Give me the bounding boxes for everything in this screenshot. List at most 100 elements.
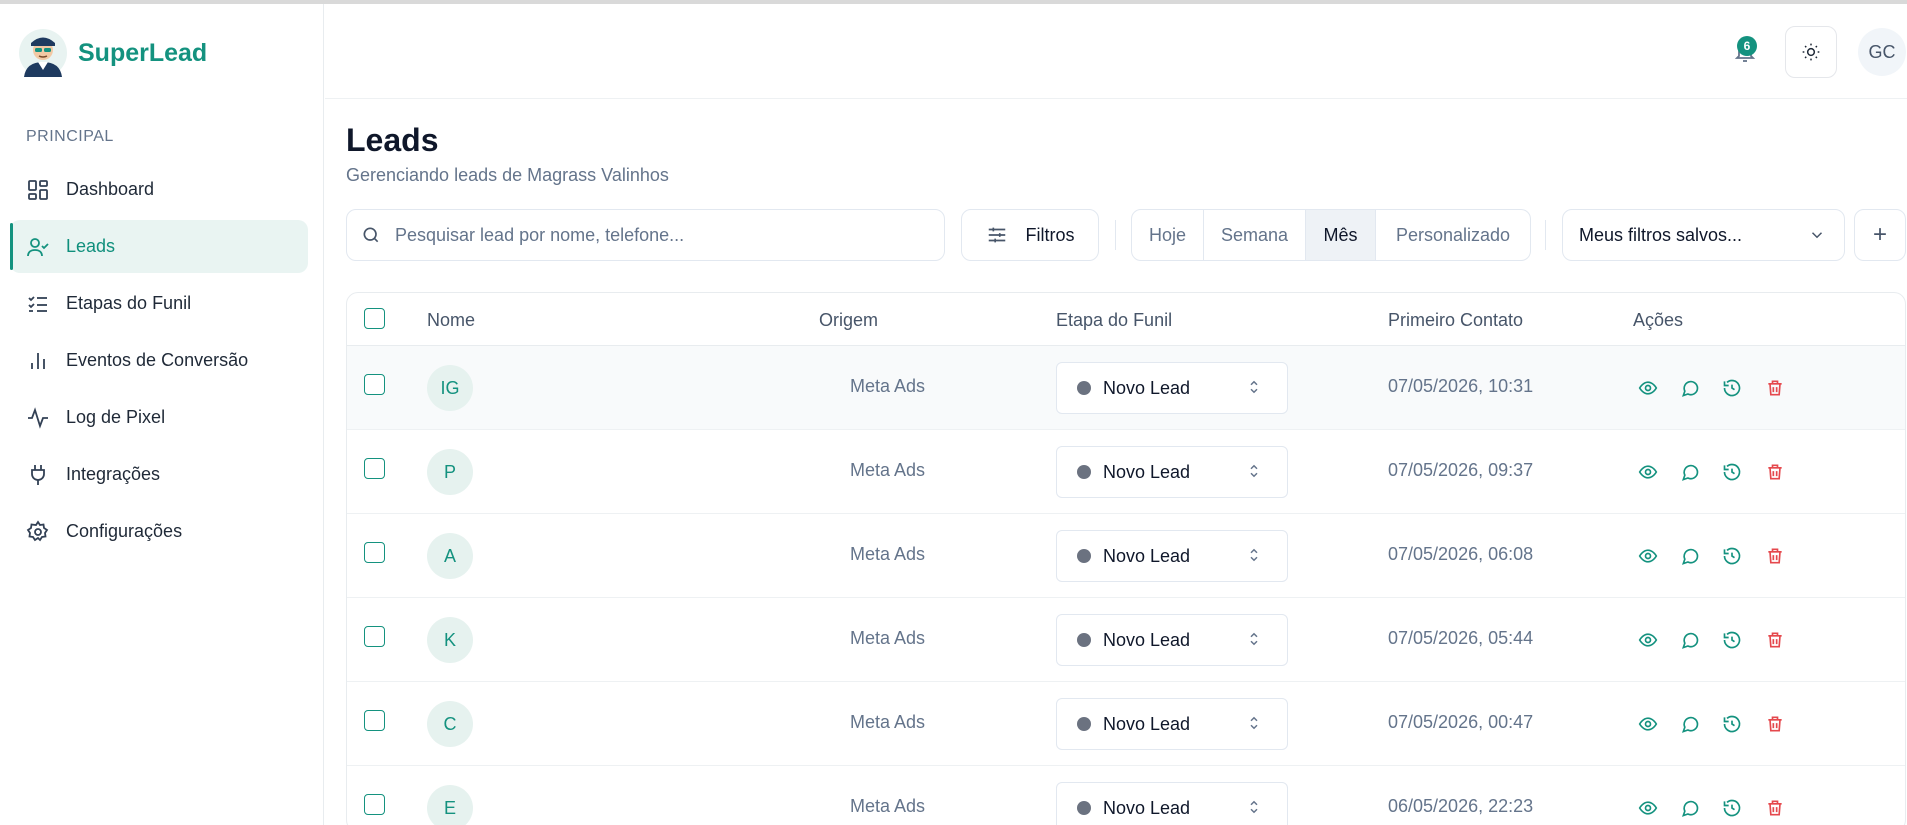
lead-avatar[interactable]: E	[427, 785, 473, 825]
filters-button[interactable]: Filtros	[961, 209, 1099, 261]
funnel-stage-select[interactable]: Novo Lead	[1056, 530, 1288, 582]
first-contact-date: 06/05/2026, 22:23	[1388, 796, 1534, 816]
chevron-up-down-icon	[1245, 546, 1263, 569]
chat-message-icon[interactable]	[1678, 544, 1702, 568]
bar-chart-icon	[26, 349, 50, 373]
chat-message-icon[interactable]	[1678, 796, 1702, 820]
view-lead-eye-icon[interactable]	[1636, 544, 1660, 568]
table-row[interactable]: A Meta Ads Novo Lead 07/05/2026, 06:08	[347, 514, 1905, 598]
funnel-stage-select[interactable]: Novo Lead	[1056, 614, 1288, 666]
page-title: Leads	[346, 122, 439, 158]
user-avatar-button[interactable]: GC	[1858, 28, 1906, 76]
column-header-origem[interactable]: Origem	[819, 310, 878, 331]
sidebar-item-integracoes[interactable]: Integrações	[10, 448, 308, 501]
delete-trash-icon[interactable]	[1763, 460, 1787, 484]
table-row[interactable]: IG Meta Ads Novo Lead 07/05/2026, 10:31	[347, 346, 1905, 430]
app-logo[interactable]: SuperLead	[18, 28, 207, 78]
column-header-etapa[interactable]: Etapa do Funil	[1056, 310, 1172, 331]
lead-avatar[interactable]: P	[427, 449, 473, 495]
period-option-personalizado[interactable]: Personalizado	[1376, 210, 1530, 260]
stage-status-dot	[1077, 801, 1091, 815]
table-row[interactable]: C Meta Ads Novo Lead 07/05/2026, 00:47	[347, 682, 1905, 766]
theme-toggle-button[interactable]	[1785, 26, 1837, 78]
chat-message-icon[interactable]	[1678, 376, 1702, 400]
lead-avatar[interactable]: A	[427, 533, 473, 579]
chevron-up-down-icon	[1245, 378, 1263, 401]
toolbar-divider	[1115, 220, 1116, 250]
select-all-checkbox[interactable]	[364, 308, 385, 329]
stage-status-dot	[1077, 465, 1091, 479]
lead-avatar[interactable]: C	[427, 701, 473, 747]
history-icon[interactable]	[1720, 460, 1744, 484]
chat-message-icon[interactable]	[1678, 712, 1702, 736]
sidebar-item-dashboard[interactable]: Dashboard	[10, 163, 308, 216]
sidebar-item-eventos-de-conversao[interactable]: Eventos de Conversão	[10, 334, 308, 387]
toolbar-divider	[1545, 220, 1546, 250]
view-lead-eye-icon[interactable]	[1636, 460, 1660, 484]
row-checkbox[interactable]	[364, 794, 385, 815]
notification-count-badge: 6	[1737, 36, 1757, 56]
column-header-acoes: Ações	[1633, 310, 1684, 330]
delete-trash-icon[interactable]	[1763, 376, 1787, 400]
saved-filters-select[interactable]: Meus filtros salvos...	[1562, 209, 1845, 261]
gear-icon	[26, 519, 50, 544]
period-option-hoje[interactable]: Hoje	[1132, 210, 1204, 260]
sun-icon	[1802, 43, 1820, 61]
view-lead-eye-icon[interactable]	[1636, 796, 1660, 820]
app-name: SuperLead	[78, 38, 208, 67]
lead-avatar[interactable]: K	[427, 617, 473, 663]
chevron-up-down-icon	[1245, 630, 1263, 653]
dashboard-icon	[26, 178, 50, 202]
activity-icon	[26, 406, 50, 430]
funnel-stage-select[interactable]: Novo Lead	[1056, 362, 1288, 414]
sidebar-item-label: Etapas do Funil	[66, 293, 192, 313]
chat-message-icon[interactable]	[1678, 460, 1702, 484]
table-header: Nome Origem Etapa do Funil Primeiro Cont…	[347, 293, 1905, 346]
sidebar: SuperLead PRINCIPAL Dashboard Leads Etap…	[0, 4, 324, 825]
nav-section-label: PRINCIPAL	[26, 128, 114, 145]
row-checkbox[interactable]	[364, 626, 385, 647]
row-checkbox[interactable]	[364, 542, 385, 563]
column-header-nome[interactable]: Nome	[427, 310, 475, 331]
row-checkbox[interactable]	[364, 710, 385, 731]
sidebar-item-leads[interactable]: Leads	[10, 220, 308, 273]
funnel-stage-value: Novo Lead	[1103, 545, 1191, 566]
history-icon[interactable]	[1720, 796, 1744, 820]
lead-search-box[interactable]	[346, 209, 945, 261]
sidebar-item-log-de-pixel[interactable]: Log de Pixel	[10, 391, 308, 444]
view-lead-eye-icon[interactable]	[1636, 376, 1660, 400]
history-icon[interactable]	[1720, 628, 1744, 652]
lead-origin: Meta Ads	[850, 460, 926, 480]
history-icon[interactable]	[1720, 376, 1744, 400]
chat-message-icon[interactable]	[1678, 628, 1702, 652]
stage-status-dot	[1077, 381, 1091, 395]
table-row[interactable]: E Meta Ads Novo Lead 06/05/2026, 22:23	[347, 766, 1905, 825]
lead-origin: Meta Ads	[850, 628, 926, 648]
table-row[interactable]: K Meta Ads Novo Lead 07/05/2026, 05:44	[347, 598, 1905, 682]
funnel-stage-select[interactable]: Novo Lead	[1056, 698, 1288, 750]
add-saved-filter-button[interactable]: +	[1854, 209, 1906, 261]
delete-trash-icon[interactable]	[1763, 544, 1787, 568]
history-icon[interactable]	[1720, 712, 1744, 736]
first-contact-date: 07/05/2026, 10:31	[1388, 376, 1534, 396]
funnel-stage-select[interactable]: Novo Lead	[1056, 782, 1288, 825]
row-checkbox[interactable]	[364, 374, 385, 395]
delete-trash-icon[interactable]	[1763, 712, 1787, 736]
view-lead-eye-icon[interactable]	[1636, 628, 1660, 652]
column-header-primeiro-contato[interactable]: Primeiro Contato	[1388, 310, 1523, 331]
delete-trash-icon[interactable]	[1763, 628, 1787, 652]
funnel-stage-select[interactable]: Novo Lead	[1056, 446, 1288, 498]
history-icon[interactable]	[1720, 544, 1744, 568]
sidebar-item-configuracoes[interactable]: Configurações	[10, 505, 308, 558]
lead-avatar[interactable]: IG	[427, 365, 473, 411]
period-option-semana[interactable]: Semana	[1204, 210, 1306, 260]
delete-trash-icon[interactable]	[1763, 796, 1787, 820]
view-lead-eye-icon[interactable]	[1636, 712, 1660, 736]
table-row[interactable]: P Meta Ads Novo Lead 07/05/2026, 09:37	[347, 430, 1905, 514]
page-subtitle: Gerenciando leads de Magrass Valinhos	[346, 165, 669, 185]
sidebar-item-etapas-do-funil[interactable]: Etapas do Funil	[10, 277, 308, 330]
filters-button-label: Filtros	[1025, 224, 1075, 245]
search-input[interactable]	[395, 224, 915, 246]
row-checkbox[interactable]	[364, 458, 385, 479]
period-option-mes[interactable]: Mês	[1306, 210, 1376, 260]
